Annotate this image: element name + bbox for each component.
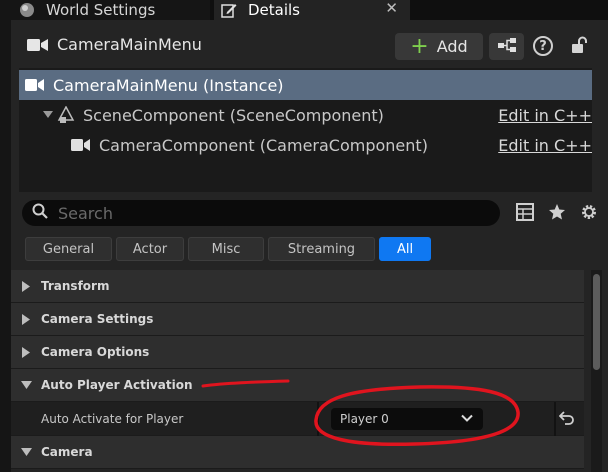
column-divider	[554, 402, 556, 436]
camera-icon	[71, 138, 91, 152]
tab-bar: World Settings Details ✕	[0, 0, 608, 20]
dropdown-value: Player 0	[340, 412, 389, 426]
unlock-icon[interactable]	[570, 36, 588, 58]
details-header: CameraMainMenu + Add ?	[11, 20, 608, 68]
property-label: Auto Activate for Player	[41, 411, 184, 426]
scrollbar-thumb[interactable]	[593, 274, 600, 370]
add-component-button[interactable]: + Add	[395, 33, 483, 60]
expand-arrow-icon[interactable]	[43, 111, 53, 119]
filter-actor[interactable]: Actor	[116, 237, 184, 261]
globe-icon	[18, 1, 36, 19]
collapsed-arrow-icon	[11, 346, 41, 358]
scene-component-icon	[57, 106, 75, 124]
details-panel: CameraMainMenu + Add ? CameraMainMenu (I…	[11, 20, 608, 472]
column-divider[interactable]	[317, 402, 319, 436]
category-camera-settings[interactable]: Camera Settings	[11, 303, 584, 336]
filter-all[interactable]: All	[379, 237, 431, 261]
edit-in-cpp-link[interactable]: Edit in C++	[498, 136, 592, 155]
collapsed-arrow-icon	[11, 313, 41, 325]
pencil-icon	[220, 1, 238, 19]
category-label: Camera	[41, 445, 93, 459]
camera-icon	[27, 37, 49, 57]
category-label: Auto Player Activation	[41, 378, 193, 392]
reset-to-default-icon[interactable]	[558, 410, 575, 430]
expanded-arrow-icon	[11, 381, 41, 389]
component-row-instance[interactable]: CameraMainMenu (Instance)	[19, 70, 592, 100]
actor-title: CameraMainMenu	[57, 35, 202, 54]
search-box[interactable]	[22, 200, 500, 226]
search-icon	[32, 203, 48, 223]
plus-icon: +	[410, 33, 429, 59]
filter-streaming[interactable]: Streaming	[268, 237, 375, 261]
property-categories: Transform Camera Settings Camera Options…	[11, 270, 584, 469]
help-icon[interactable]: ?	[533, 36, 553, 56]
category-label: Transform	[41, 279, 110, 293]
filter-tabs: General Actor Misc Streaming All	[25, 237, 431, 261]
close-icon[interactable]: ✕	[385, 0, 398, 17]
category-auto-player-activation[interactable]: Auto Player Activation	[11, 369, 584, 402]
component-tree: CameraMainMenu (Instance) SceneComponent…	[19, 68, 592, 192]
search-toolbar	[516, 203, 598, 225]
category-label: Camera Settings	[41, 312, 154, 326]
search-input[interactable]	[58, 203, 478, 223]
component-row-scene[interactable]: SceneComponent (SceneComponent) Edit in …	[19, 100, 592, 130]
edit-in-cpp-link[interactable]: Edit in C++	[498, 106, 592, 125]
blueprint-button[interactable]	[489, 33, 524, 60]
category-camera[interactable]: Camera	[11, 436, 584, 469]
property-auto-activate: Auto Activate for Player Player 0	[11, 402, 584, 436]
component-row-camera[interactable]: CameraComponent (CameraComponent) Edit i…	[19, 130, 592, 160]
gear-icon[interactable]	[580, 203, 598, 225]
category-label: Camera Options	[41, 345, 150, 359]
add-button-label: Add	[436, 37, 468, 56]
category-camera-options[interactable]: Camera Options	[11, 336, 584, 369]
component-label: CameraMainMenu (Instance)	[53, 75, 284, 95]
tab-details-label: Details	[248, 1, 301, 19]
filter-general[interactable]: General	[25, 237, 112, 261]
scrollbar[interactable]	[591, 270, 602, 472]
auto-activate-dropdown[interactable]: Player 0	[331, 408, 483, 430]
star-icon[interactable]	[548, 203, 566, 225]
hierarchy-icon	[497, 37, 517, 57]
chevron-down-icon	[461, 412, 473, 427]
camera-icon	[25, 78, 45, 92]
tab-world-settings-label: World Settings	[46, 1, 156, 19]
table-view-icon[interactable]	[516, 203, 534, 225]
collapsed-arrow-icon	[11, 280, 41, 292]
tab-details[interactable]: Details ✕	[214, 0, 410, 20]
tab-world-settings[interactable]: World Settings	[0, 0, 210, 20]
category-transform[interactable]: Transform	[11, 270, 584, 303]
filter-misc[interactable]: Misc	[188, 237, 264, 261]
component-label: SceneComponent (SceneComponent)	[83, 105, 384, 125]
expanded-arrow-icon	[11, 448, 41, 456]
component-label: CameraComponent (CameraComponent)	[99, 135, 428, 155]
